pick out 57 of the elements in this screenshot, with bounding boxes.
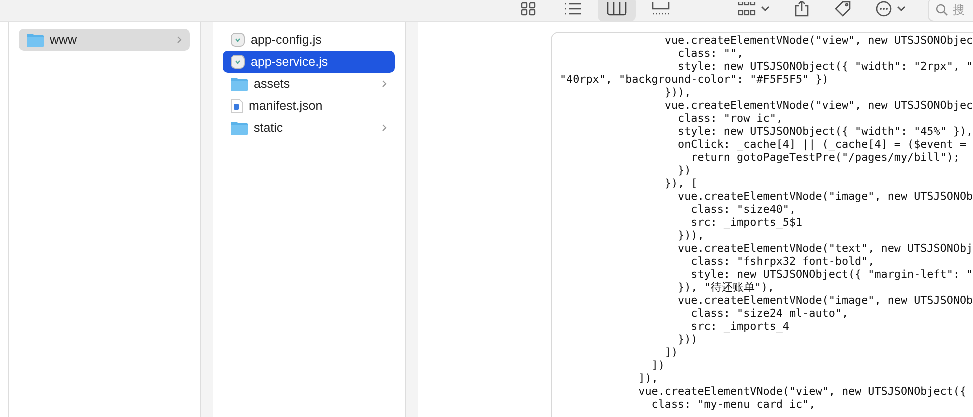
- columns-icon: [607, 2, 627, 16]
- code-line: }): [677, 164, 692, 177]
- tag-icon: [834, 1, 852, 17]
- code-line: vue.createElementVNode("view", new UTSJSONObject({: [638, 385, 967, 398]
- chevron-right-icon: [177, 36, 182, 44]
- chevron-down-icon: [761, 6, 770, 12]
- file-row[interactable]: assets: [223, 73, 395, 95]
- gallery-icon: [651, 2, 671, 16]
- code-line: vue.createElementVNode("image", new UTSJSONOb: [677, 190, 973, 203]
- folder-icon: [27, 33, 44, 47]
- folder-icon: [231, 121, 248, 135]
- code-line: ]): [664, 346, 678, 359]
- document-icon: [231, 99, 243, 113]
- more-icon: [876, 1, 892, 17]
- code-line: return gotoPageTestPre("/pages/my/bill");: [690, 151, 960, 164]
- folder-icon: [231, 77, 248, 91]
- code-line: ]): [650, 359, 665, 372]
- code-line: ]),: [638, 372, 658, 385]
- code-line: }), "待还账单"),: [677, 281, 774, 294]
- code-line: "40rpx", "background-color": "#F5F5F5" }): [560, 73, 829, 86]
- file-row[interactable]: static: [223, 117, 395, 139]
- file-row[interactable]: www: [19, 29, 190, 51]
- code-line: class: "fshrpx32 font-bold",: [690, 255, 875, 268]
- search-field[interactable]: 搜: [928, 0, 973, 22]
- grid-icon: [738, 2, 756, 16]
- code-line: class: "",: [677, 47, 744, 60]
- code-line: class: "my-menu card ic",: [650, 398, 816, 411]
- code-line: onClick: _cache[4] || (_cache[4] = ($event =: [677, 138, 967, 151]
- chevron-right-icon: [382, 80, 387, 88]
- columns-view-button[interactable]: [598, 0, 636, 22]
- code-line: class: "row ic",: [677, 112, 783, 125]
- file-row[interactable]: app-service.js: [223, 51, 395, 73]
- search-icon: [936, 4, 948, 16]
- chevron-right-icon: [382, 124, 387, 132]
- code-line: vue.createElementVNode("text", new UTSJSONObj: [677, 242, 973, 255]
- code-line: })),: [677, 229, 704, 242]
- code-line: vue.createElementVNode("view", new UTSJSONObjec: [664, 34, 973, 47]
- code-line: })): [677, 333, 698, 346]
- code-line: class: "size24 ml-auto",: [690, 307, 848, 320]
- chevron-down-icon: [897, 6, 906, 12]
- code-line: style: new UTSJSONObject({ "width": "45%" }),: [677, 125, 973, 138]
- code-line: style: new UTSJSONObject({ "margin-left": ": [690, 268, 973, 281]
- code-line: })),: [664, 86, 692, 99]
- code-line: src: _imports_5$1: [690, 216, 803, 229]
- code-line: class: "size40",: [690, 203, 796, 216]
- code-line: style: new UTSJSONObject({ "width": "2rpx", ": [677, 60, 973, 73]
- code-line: vue.createElementVNode("view", new UTSJSONObjec: [664, 99, 973, 112]
- file-row[interactable]: manifest.json: [223, 95, 395, 117]
- list-icon: [564, 2, 582, 16]
- file-row[interactable]: app-config.js: [223, 29, 395, 51]
- script-file-icon: [231, 33, 245, 47]
- grid-icon: [521, 2, 537, 16]
- code-line: }), [: [664, 177, 698, 190]
- code-line: vue.createElementVNode("image", new UTSJSONOb: [677, 294, 973, 307]
- script-file-icon: [231, 55, 245, 69]
- code-line: src: _imports_4: [690, 320, 790, 333]
- share-icon: [794, 1, 810, 17]
